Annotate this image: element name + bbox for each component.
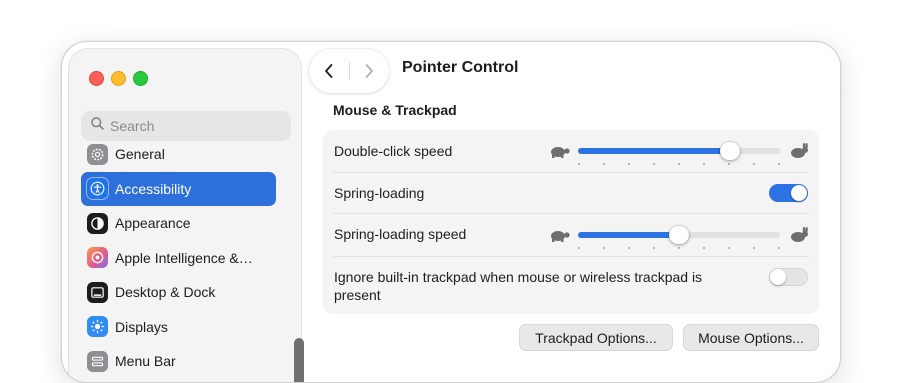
spring-loading-toggle[interactable]	[769, 184, 808, 202]
sidebar: General Accessibility Appearance Apple I…	[68, 48, 304, 382]
apple-intelligence-icon	[87, 247, 108, 269]
mouse-options-button[interactable]: Mouse Options...	[683, 324, 819, 351]
spring-loading-label: Spring-loading	[334, 185, 425, 201]
sidebar-item-apple-intelligence[interactable]: Apple Intelligence &…	[81, 241, 276, 276]
double-click-speed-row: Double-click speed	[323, 130, 819, 172]
slider-tick	[753, 247, 755, 249]
sidebar-item-appearance[interactable]: Appearance	[81, 206, 276, 241]
turtle-icon	[548, 228, 572, 247]
slider-tick	[678, 247, 680, 249]
forward-button[interactable]	[357, 59, 381, 83]
sidebar-item-accessibility[interactable]: Accessibility	[81, 171, 276, 206]
search-input[interactable]	[110, 118, 280, 134]
slider-knob[interactable]	[669, 226, 689, 244]
slider-tick	[653, 247, 655, 249]
slider-tick	[653, 163, 655, 165]
section-title: Mouse & Trackpad	[333, 102, 457, 118]
menu-bar-icon	[87, 350, 108, 372]
slider-tick	[628, 247, 630, 249]
slider-tick	[678, 163, 680, 165]
slider-tick	[728, 163, 730, 165]
sidebar-scrollbar[interactable]	[294, 338, 304, 382]
sidebar-item-desktop-dock[interactable]: Desktop & Dock	[81, 275, 276, 310]
toggle-knob	[791, 185, 807, 201]
spring-loading-speed-label: Spring-loading speed	[334, 226, 467, 242]
sidebar-item-displays[interactable]: Displays	[81, 310, 276, 345]
sidebar-item-label: Appearance	[115, 215, 191, 232]
sidebar-item-label: Apple Intelligence &…	[115, 249, 253, 266]
trackpad-options-button[interactable]: Trackpad Options...	[519, 324, 673, 351]
slider-tick	[703, 163, 705, 165]
slider-knob[interactable]	[720, 142, 740, 160]
slider-tick	[703, 247, 705, 249]
navigation-buttons	[309, 49, 389, 93]
nav-divider	[349, 62, 350, 80]
spring-loading-speed-slider[interactable]	[548, 223, 810, 249]
back-button[interactable]	[317, 59, 341, 83]
search-icon	[91, 117, 104, 135]
minimize-window-button[interactable]	[111, 71, 126, 86]
slider-fill	[578, 232, 679, 238]
slider-tick	[778, 163, 780, 165]
spring-loading-row: Spring-loading	[323, 173, 819, 213]
slider-tick	[603, 163, 605, 165]
close-window-button[interactable]	[89, 71, 104, 86]
rabbit-icon	[788, 143, 810, 164]
ignore-trackpad-row: Ignore built-in trackpad when mouse or w…	[323, 257, 819, 314]
turtle-icon	[548, 144, 572, 163]
settings-window: General Accessibility Appearance Apple I…	[61, 41, 841, 383]
page-title: Pointer Control	[402, 59, 519, 76]
desktop-dock-icon	[87, 281, 108, 303]
slider-track	[578, 226, 780, 249]
toggle-knob	[770, 269, 786, 285]
sidebar-item-label: General	[115, 146, 165, 163]
chevron-left-icon	[325, 64, 333, 78]
accessibility-icon	[87, 178, 108, 200]
slider-track	[578, 142, 780, 165]
sidebar-item-menu-bar[interactable]: Menu Bar	[81, 344, 276, 379]
slider-tick	[728, 247, 730, 249]
sidebar-list: General Accessibility Appearance Apple I…	[81, 137, 276, 379]
slider-fill	[578, 148, 730, 154]
gear-icon	[87, 143, 108, 165]
sidebar-item-label: Desktop & Dock	[115, 284, 216, 301]
slider-tick	[778, 247, 780, 249]
double-click-speed-label: Double-click speed	[334, 143, 453, 159]
slider-tick	[753, 163, 755, 165]
sidebar-item-general[interactable]: General	[81, 137, 276, 172]
chevron-right-icon	[365, 64, 373, 78]
sidebar-item-label: Menu Bar	[115, 353, 176, 370]
double-click-speed-slider[interactable]	[548, 139, 810, 165]
settings-group: Double-click speed Spring-loading Spring…	[323, 130, 819, 314]
slider-tick	[603, 247, 605, 249]
ignore-trackpad-toggle[interactable]	[769, 268, 808, 286]
appearance-icon	[87, 212, 108, 234]
slider-tick	[628, 163, 630, 165]
slider-tick	[578, 247, 580, 249]
slider-tick	[578, 163, 580, 165]
ignore-trackpad-label: Ignore built-in trackpad when mouse or w…	[334, 269, 703, 303]
displays-icon	[87, 316, 108, 338]
sidebar-item-label: Displays	[115, 318, 168, 335]
rabbit-icon	[788, 227, 810, 248]
sidebar-item-label: Accessibility	[115, 180, 192, 197]
spring-loading-speed-row: Spring-loading speed	[323, 214, 819, 256]
zoom-window-button[interactable]	[133, 71, 148, 86]
